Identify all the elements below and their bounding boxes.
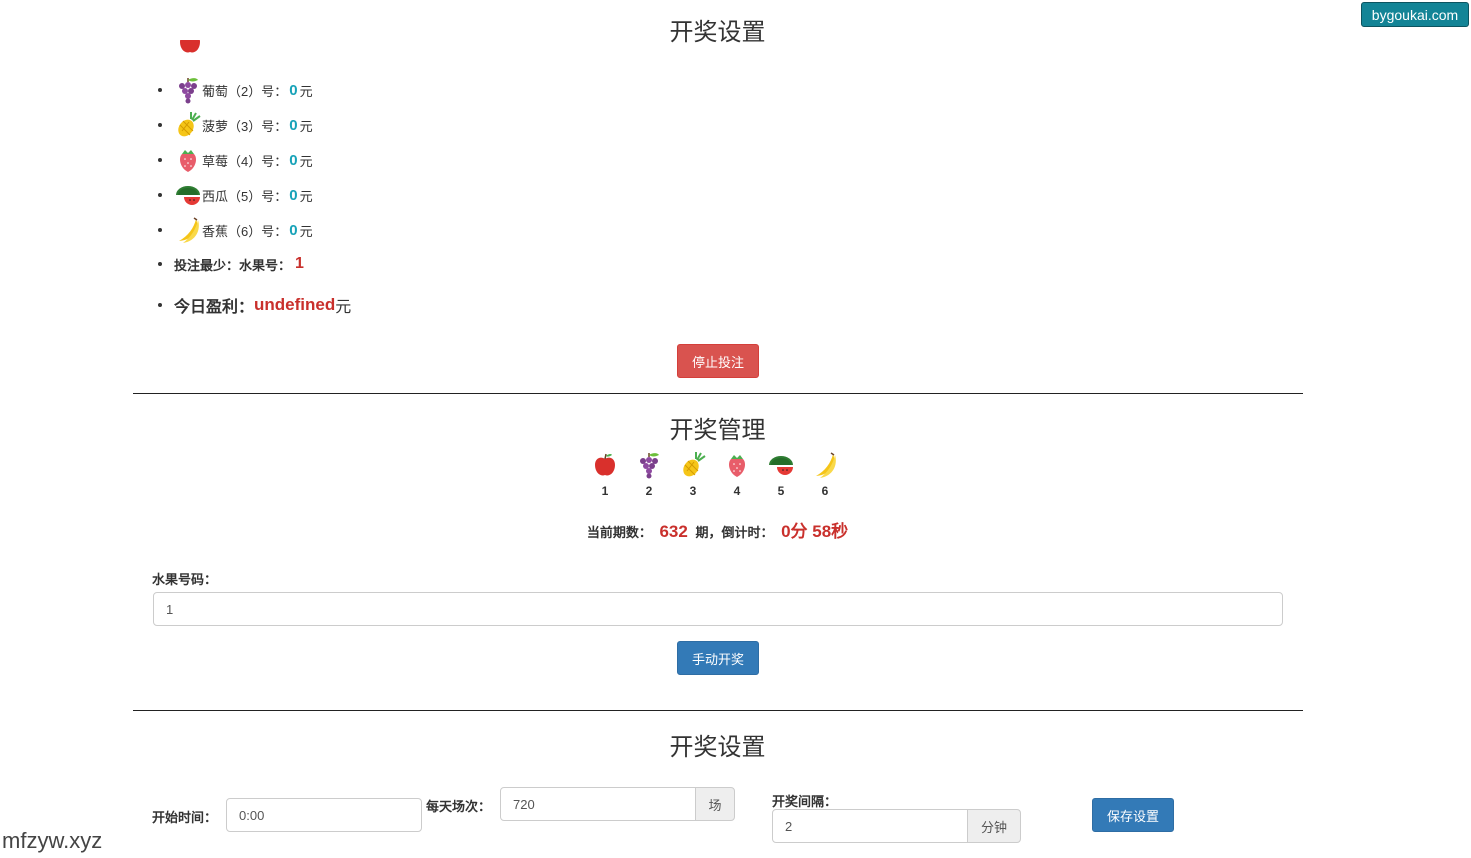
bullet	[158, 88, 162, 92]
fruit-unit: 元	[299, 118, 313, 134]
daily-count-label: 每天场次：	[426, 799, 492, 814]
fruit-name: 西瓜	[202, 188, 229, 204]
fruit-amount: 0	[289, 151, 298, 169]
fruit-number-label: 1	[601, 484, 609, 498]
pineapple-icon	[174, 111, 202, 139]
strawberry-icon	[174, 146, 202, 174]
fruit-name: 草莓	[202, 153, 229, 169]
daily-count-input[interactable]: 720	[500, 787, 696, 821]
fruit-number: （4）号：	[228, 153, 288, 169]
profit-label: 今日盈利：	[174, 299, 255, 316]
fruit-unit: 元	[299, 188, 313, 204]
bullet	[158, 262, 162, 266]
interval-input[interactable]: 2	[772, 809, 968, 843]
fruit-row-pineapple: 菠萝 （3）号： 0 元	[150, 110, 313, 140]
fruit-number: （3）号：	[228, 118, 288, 134]
profit-unit: 元	[335, 299, 352, 316]
divider	[133, 710, 1303, 711]
fruit-amount: 0	[289, 81, 298, 99]
fruit-name: 菠萝	[202, 118, 229, 134]
fruit-unit: 元	[299, 223, 313, 239]
banana-icon	[811, 451, 839, 479]
save-settings-button[interactable]: 保存设置	[1092, 798, 1174, 832]
daily-count-unit: 场	[695, 787, 735, 821]
interval-unit: 分钟	[967, 809, 1021, 843]
period-suffix: 期，倒计时：	[695, 525, 774, 540]
fruit-number-label: 4	[733, 484, 741, 498]
grape-icon	[174, 76, 202, 104]
fruit-number: （6）号：	[228, 223, 288, 239]
fruit-row-watermelon: 西瓜 （5）号： 0 元	[150, 180, 313, 210]
interval-label: 开奖间隔：	[772, 794, 838, 809]
strawberry-icon	[723, 451, 751, 479]
profit-value: undefined	[254, 295, 336, 314]
watermark: mfzyw.xyz	[2, 828, 103, 853]
fruit-row-strawberry: 草莓 （4）号： 0 元	[150, 145, 313, 175]
divider	[133, 393, 1303, 394]
fruit-name: 葡萄	[202, 83, 229, 99]
watermelon-icon	[767, 451, 795, 479]
banana-icon	[174, 216, 202, 244]
fruit-number-label: 5	[777, 484, 785, 498]
fruit-code-value: 1	[166, 601, 174, 617]
min-bet-row: 投注最少：水果号： 1	[150, 249, 304, 279]
fruit-unit: 元	[299, 83, 313, 99]
period-value: 632	[659, 522, 688, 541]
grape-icon	[635, 451, 663, 479]
fruit-row-grape: 葡萄 （2）号： 0 元	[150, 75, 313, 105]
fruit-amount: 0	[289, 186, 298, 204]
manual-draw-button[interactable]: 手动开奖	[677, 641, 759, 675]
fruit-number: （5）号：	[228, 188, 288, 204]
bullet	[158, 158, 162, 162]
fruit-amount: 0	[289, 221, 298, 239]
section-title-draw-settings-2: 开奖设置	[669, 734, 766, 761]
fruit-code-label: 水果号码：	[152, 572, 218, 587]
start-time-input[interactable]: 0:00	[226, 798, 422, 832]
min-bet-value: 1	[295, 255, 304, 272]
daily-count-value: 720	[513, 796, 535, 812]
section-title-draw-settings: 开奖设置	[669, 19, 766, 46]
profit-row: 今日盈利： undefined 元	[150, 290, 351, 320]
bullet	[158, 123, 162, 127]
fruit-name: 香蕉	[202, 223, 229, 239]
apple-icon-clipped	[176, 40, 200, 68]
fruit-amount: 0	[289, 116, 298, 134]
fruit-number-label: 2	[645, 484, 653, 498]
section-title-draw-management: 开奖管理	[669, 417, 766, 444]
bullet	[158, 303, 162, 307]
start-time-label: 开始时间：	[152, 810, 218, 825]
pineapple-icon	[679, 451, 707, 479]
fruit-row-banana: 香蕉 （6）号： 0 元	[150, 215, 313, 245]
period-label: 当前期数：	[586, 525, 652, 540]
fruit-number-label: 6	[821, 484, 829, 498]
bullet	[158, 193, 162, 197]
fruit-number: （2）号：	[228, 83, 288, 99]
bullet	[158, 228, 162, 232]
stop-betting-button[interactable]: 停止投注	[677, 344, 759, 378]
start-time-value: 0:00	[239, 807, 265, 823]
watermelon-icon	[174, 181, 202, 209]
fruit-number-label: 3	[689, 484, 697, 498]
min-bet-label: 投注最少：水果号：	[174, 257, 292, 273]
countdown-value: 0分 58秒	[781, 522, 849, 541]
apple-icon	[591, 451, 619, 479]
period-status: 当前期数： 632 期，倒计时： 0分 58秒	[0, 517, 1435, 542]
interval-value: 2	[785, 818, 793, 834]
fruit-unit: 元	[299, 153, 313, 169]
fruit-code-input[interactable]: 1	[153, 592, 1283, 626]
